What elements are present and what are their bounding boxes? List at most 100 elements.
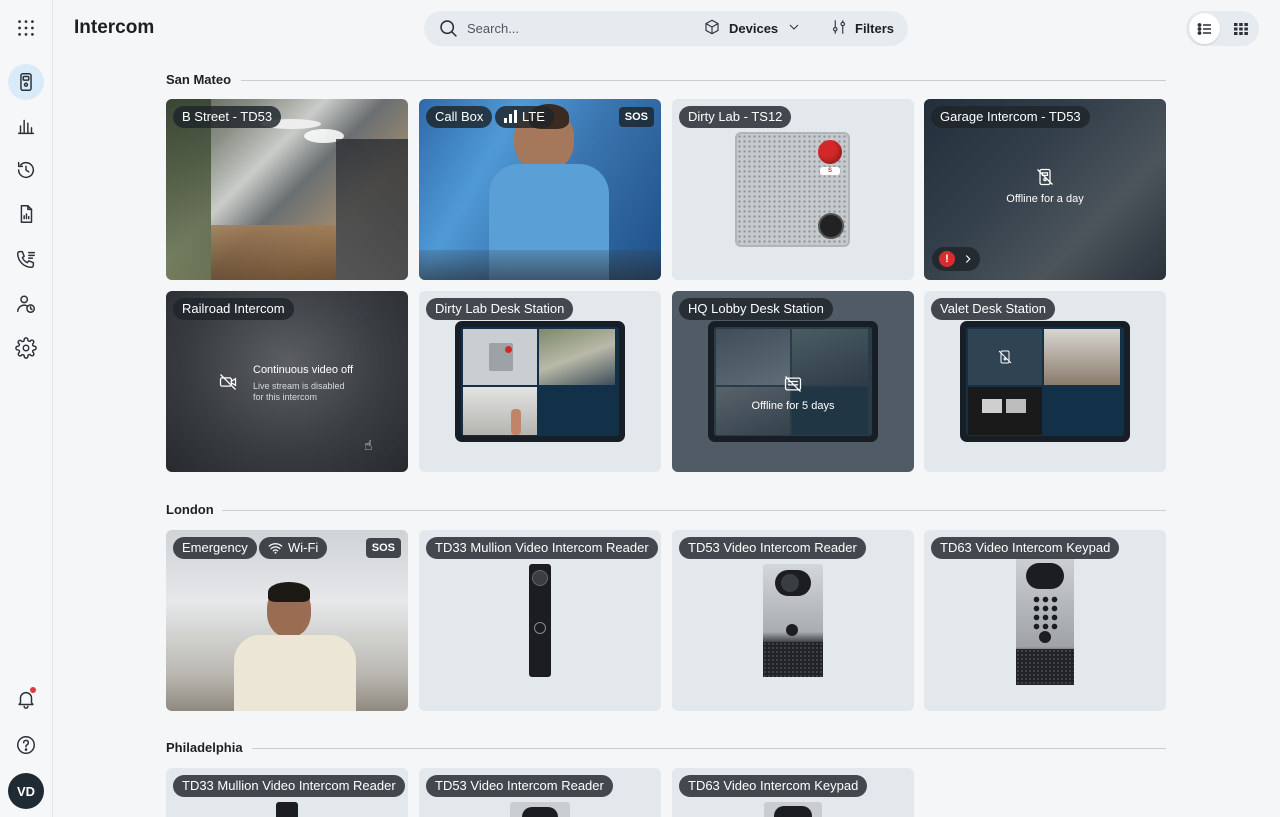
video-tile	[716, 329, 790, 385]
call-log-nav-icon[interactable]	[8, 241, 44, 277]
chevron-down-icon	[786, 19, 802, 38]
device-card-td53[interactable]: TD53 Video Intercom Reader	[672, 530, 914, 711]
section-title-san-mateo: San Mateo	[166, 72, 232, 87]
card-title: TD33 Mullion Video Intercom Reader	[173, 775, 405, 797]
td53-device	[763, 564, 823, 677]
signal-bars-icon	[504, 110, 517, 123]
camera-card-emergency[interactable]: Emergency Wi-Fi SOS	[166, 530, 408, 711]
filter-sliders-icon	[830, 18, 848, 39]
wifi-status-pill: Wi-Fi	[259, 537, 328, 559]
app-launcher-icon[interactable]	[8, 10, 44, 46]
alert-expander[interactable]: !	[932, 247, 980, 271]
chevron-right-icon	[961, 252, 975, 271]
card-title: Dirty Lab Desk Station	[426, 298, 574, 320]
sos-badge: SOS	[365, 538, 401, 558]
section-divider	[222, 510, 1166, 511]
card-title: B Street - TD53	[173, 106, 282, 128]
lte-status-pill: LTE	[495, 106, 554, 128]
video-tile	[463, 387, 537, 435]
card-title: TD63 Video Intercom Keypad	[931, 537, 1120, 559]
card-title: Call Box	[426, 106, 493, 128]
card-title: TD63 Video Intercom Keypad	[679, 775, 868, 797]
staircase	[336, 139, 408, 280]
filters-button[interactable]: Filters	[830, 18, 894, 39]
video-tile	[1044, 329, 1120, 385]
card-title: Emergency	[173, 537, 257, 559]
td33-device	[529, 564, 551, 677]
video-off-title: Continuous video off	[253, 364, 354, 376]
devices-dropdown[interactable]: Devices	[703, 18, 802, 39]
desk-station-tablet	[960, 321, 1130, 442]
video-tile	[968, 387, 1042, 435]
device-card-td63-keypad[interactable]: TD63 Video Intercom Keypad	[924, 530, 1166, 711]
device-card-dirty-lab-desk-station[interactable]: Dirty Lab Desk Station	[419, 291, 661, 472]
mouse-cursor: ☝	[364, 437, 373, 453]
search-icon	[438, 18, 459, 39]
device-card-td63-keypad[interactable]: TD63 Video Intercom Keypad	[672, 768, 914, 817]
desk-station-tablet	[455, 321, 625, 442]
offline-tile	[968, 329, 1042, 385]
offline-status: Offline for a day	[1006, 193, 1084, 205]
td63-device	[1016, 557, 1074, 685]
device-card-td53[interactable]: TD53 Video Intercom Reader	[419, 768, 661, 817]
search-bar[interactable]: Search... Devices Filters	[424, 11, 908, 46]
ts12-device: S	[735, 132, 850, 247]
device-card-valet-desk-station[interactable]: Valet Desk Station	[924, 291, 1166, 472]
alert-icon: !	[939, 251, 955, 267]
view-toggle	[1186, 11, 1259, 46]
offline-device-icon	[1035, 167, 1055, 187]
grid-view-icon[interactable]	[1225, 13, 1256, 44]
sidebar: VD	[0, 0, 53, 817]
empty-tile	[1044, 387, 1120, 435]
sos-label-icon: S	[820, 167, 840, 175]
user-avatar[interactable]: VD	[8, 773, 44, 809]
page-title: Intercom	[74, 17, 155, 38]
camera-lens	[818, 213, 844, 239]
person-sweater	[234, 635, 356, 711]
person-hair	[268, 582, 310, 602]
ground	[419, 250, 661, 280]
devices-label: Devices	[729, 21, 779, 36]
list-view-icon[interactable]	[1189, 13, 1220, 44]
reports-nav-icon[interactable]	[8, 196, 44, 232]
notifications-bell-icon[interactable]	[8, 681, 44, 717]
device-card-dirty-lab-ts12[interactable]: S Dirty Lab - TS12	[672, 99, 914, 280]
wood-floor	[211, 225, 336, 280]
search-input[interactable]: Search...	[467, 21, 519, 36]
offline-device-icon	[997, 349, 1013, 370]
sos-badge: SOS	[618, 107, 654, 127]
intercom-nav-icon[interactable]	[8, 64, 44, 100]
empty-tile	[539, 387, 615, 435]
camera-card-railroad-intercom[interactable]: Continuous video off Live stream is disa…	[166, 291, 408, 472]
help-icon[interactable]	[8, 727, 44, 763]
camera-card-garage-intercom[interactable]: Offline for a day ! Garage Intercom - TD…	[924, 99, 1166, 280]
video-tile	[463, 329, 537, 385]
video-off-icon	[218, 372, 238, 392]
section-title-london: London	[166, 502, 214, 517]
td53-device	[510, 802, 570, 817]
user-schedule-nav-icon[interactable]	[8, 286, 44, 322]
device-card-td33-mullion[interactable]: TD33 Mullion Video Intercom Reader	[419, 530, 661, 711]
card-title: Garage Intercom - TD53	[931, 106, 1090, 128]
wifi-icon	[268, 543, 283, 554]
settings-gear-icon[interactable]	[8, 330, 44, 366]
card-title: Valet Desk Station	[931, 298, 1055, 320]
history-nav-icon[interactable]	[8, 152, 44, 188]
video-tile	[792, 329, 868, 385]
section-divider	[241, 80, 1166, 81]
notification-dot	[30, 687, 36, 693]
device-card-td33-mullion[interactable]: TD33 Mullion Video Intercom Reader	[166, 768, 408, 817]
camera-card-call-box[interactable]: Call Box LTE SOS	[419, 99, 661, 280]
card-title: TD33 Mullion Video Intercom Reader	[426, 537, 658, 559]
td33-device	[276, 802, 298, 817]
offline-device-icon	[783, 374, 803, 394]
video-off-detail: Live stream is disabled for this interco…	[253, 381, 345, 402]
offline-status: Offline for 5 days	[751, 400, 835, 412]
card-title: HQ Lobby Desk Station	[679, 298, 833, 320]
device-card-hq-lobby-desk-station[interactable]: Offline for 5 days HQ Lobby Desk Station	[672, 291, 914, 472]
analytics-nav-icon[interactable]	[8, 108, 44, 144]
camera-card-b-street[interactable]: B Street - TD53	[166, 99, 408, 280]
connection-label: LTE	[522, 109, 545, 124]
card-title: Dirty Lab - TS12	[679, 106, 792, 128]
section-divider	[252, 748, 1166, 749]
